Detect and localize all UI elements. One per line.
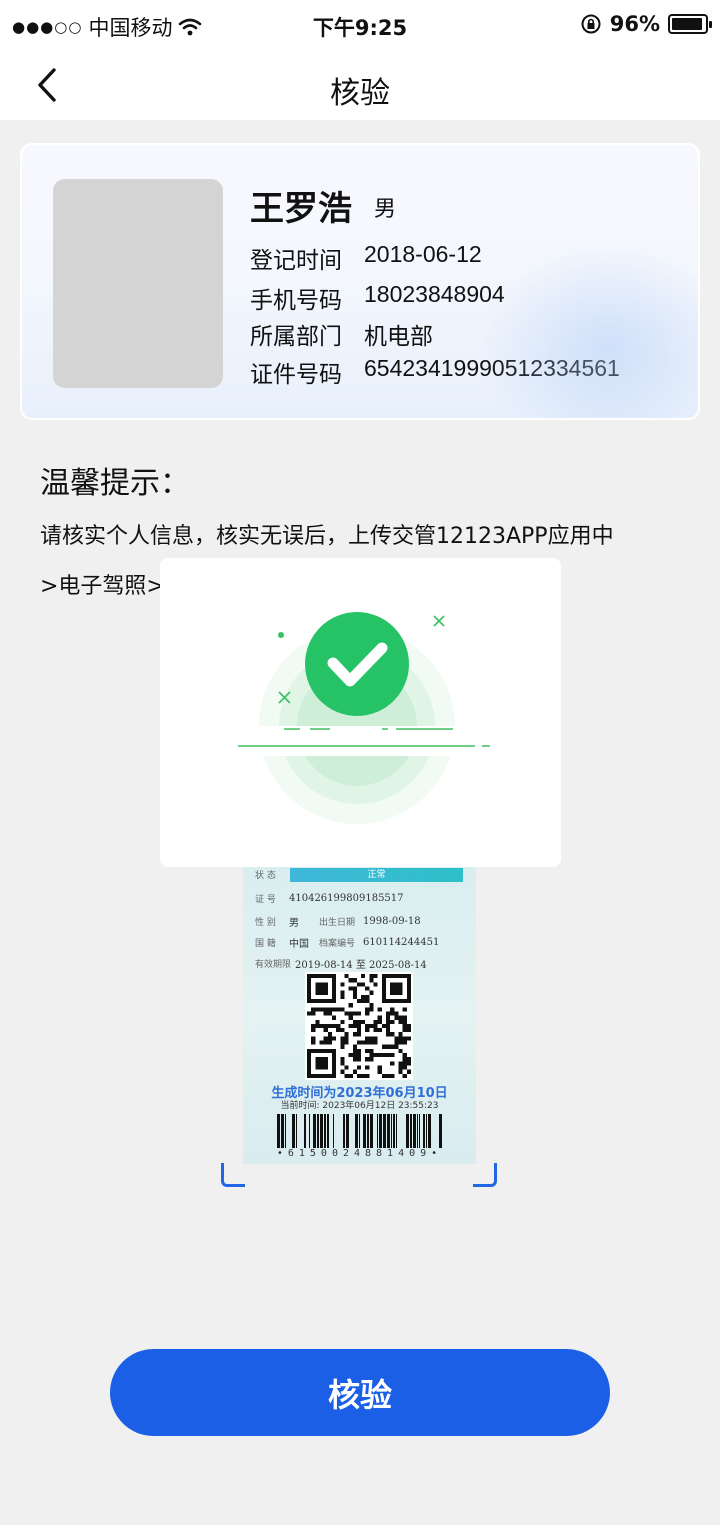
license-value: 410426199809185517 (289, 893, 404, 904)
rotation-lock-icon (581, 14, 601, 34)
license-value: 男 (289, 918, 299, 929)
info-label: 所属部门 (250, 324, 342, 350)
scan-frame-corner (221, 1163, 245, 1187)
avatar-photo (53, 179, 223, 388)
battery-percent: 96% (609, 12, 660, 36)
info-label: 登记时间 (250, 248, 342, 274)
license-valid-row: 有效期限 2019-08-14 至 2025-08-14 (255, 956, 427, 971)
person-gender: 男 (374, 197, 397, 222)
info-label: 证件号码 (250, 362, 342, 388)
license-status-row: 状 态 (255, 868, 289, 881)
license-value: 1998-09-18 (363, 916, 421, 927)
page-title: 核验 (330, 76, 390, 111)
info-value: 18023848904 (364, 281, 505, 307)
status-right: 96% (580, 12, 712, 36)
info-value: 机电部 (364, 323, 433, 349)
license-label: 状 态 (255, 871, 276, 881)
license-label: 有效期限 (255, 960, 292, 970)
success-illustration (200, 612, 520, 824)
info-row-id-number: 证件号码 654234199905123345​61 (250, 355, 620, 389)
license-label: 证 号 (255, 895, 276, 905)
license-value: 610114244451 (363, 937, 440, 948)
license-preview[interactable]: 状 态 正常 证 号 410426199809185517 性 别 男 出生日期… (243, 864, 476, 1164)
info-row-phone: 手机号码 18023848904 (250, 281, 505, 315)
barcode-number: •615002488140​9• (276, 1148, 443, 1159)
license-nation-row: 国 籍 中国 档案编号 610114244451 (255, 935, 439, 950)
nav-bar: 核验 (0, 50, 720, 120)
tips-title: 温馨提示： (40, 466, 190, 501)
success-dialog (160, 558, 561, 867)
person-name: 王罗浩 (250, 189, 352, 229)
license-label: 档案编号 (319, 939, 356, 949)
info-row-register-date: 登记时间 2018-06-12 (250, 241, 482, 275)
barcode (277, 1114, 442, 1148)
tips-line: 请核实个人信息，核实无误后，上传交管12123APP应用中 (40, 524, 614, 549)
info-value: 2018-06-12 (364, 241, 482, 267)
license-label: 国 籍 (255, 939, 276, 949)
profile-card: 王罗浩 男 登记时间 2018-06-12 手机号码 18023848904 所… (20, 143, 700, 420)
license-value: 2019-08-14 至 2025-08-14 (295, 960, 427, 971)
battery-icon (668, 14, 712, 34)
license-label: 性 别 (255, 918, 276, 928)
check-circle-icon (305, 612, 409, 716)
scan-frame-corner (473, 1163, 497, 1187)
license-current-time: 当前时间: 2023年06月12日 23:55:23 (280, 1101, 439, 1111)
qr-code (305, 972, 413, 1080)
license-gender-row: 性 别 男 出生日期 1998-09-18 (255, 914, 421, 929)
license-label: 出生日期 (319, 918, 356, 928)
verify-button[interactable]: 核验 (110, 1349, 610, 1436)
status-bar: ●●●○○ 中国移动 下午9:25 96% (0, 0, 720, 50)
info-row-department: 所属部门 机电部 (250, 317, 433, 351)
license-status-badge: 正常 (290, 868, 463, 882)
info-value: 654234199905123345​61 (364, 355, 620, 381)
license-id-row: 证 号 410426199809185517 (255, 892, 404, 905)
license-value: 中国 (289, 939, 309, 950)
info-label: 手机号码 (250, 288, 342, 314)
